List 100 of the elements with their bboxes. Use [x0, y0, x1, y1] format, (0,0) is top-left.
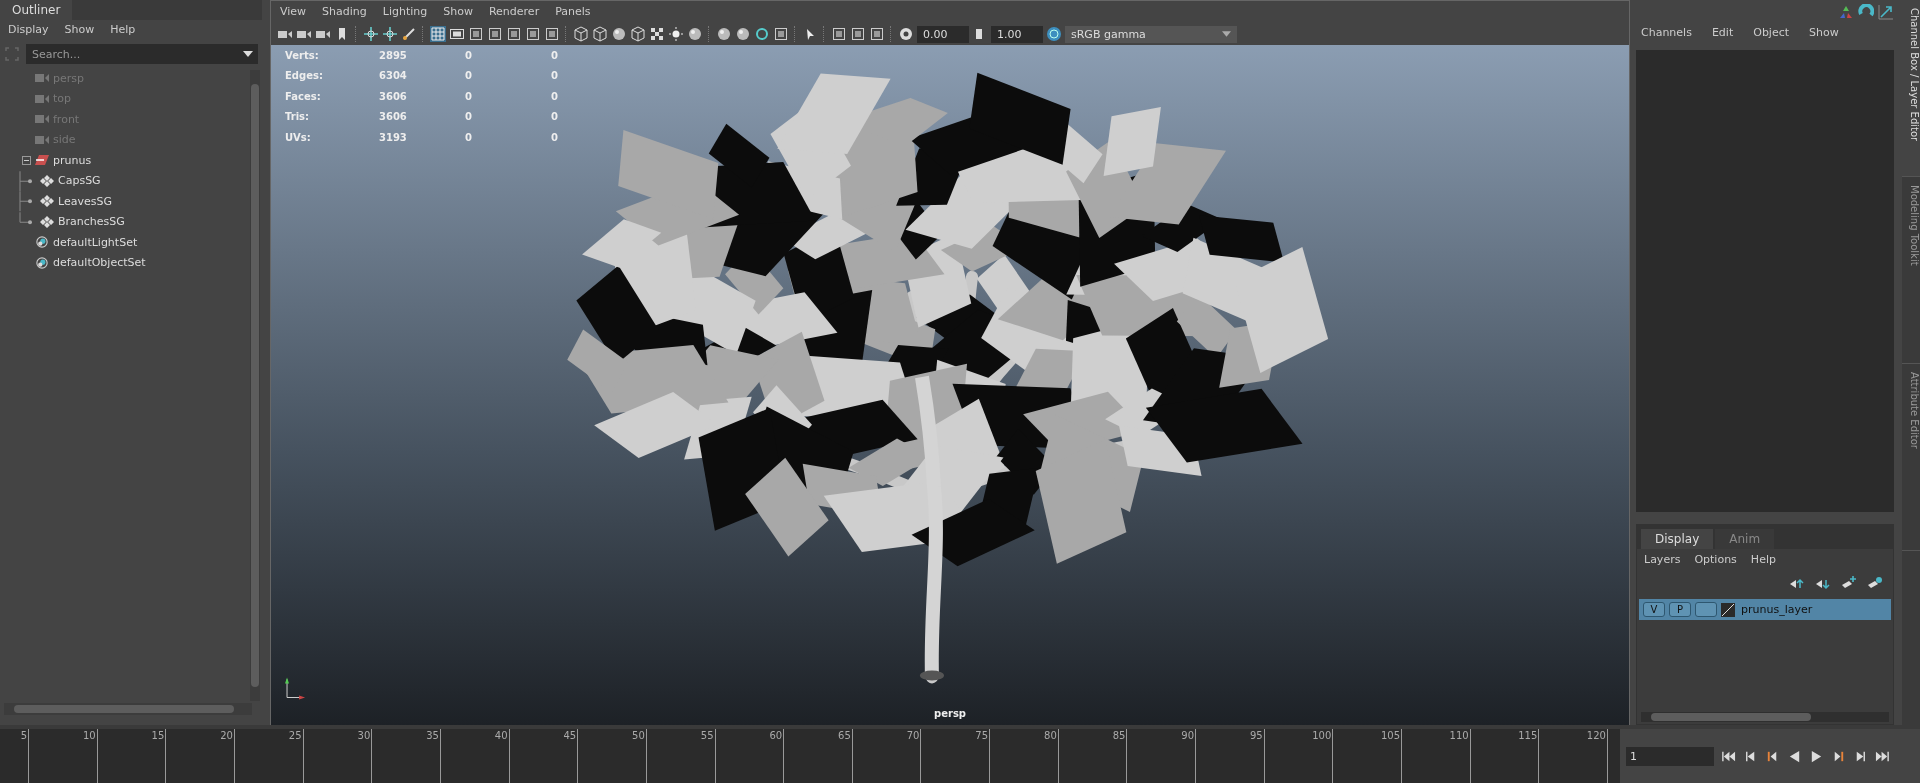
side-tab[interactable]: Modeling Toolkit	[1902, 177, 1920, 364]
square-icon[interactable]	[869, 26, 885, 42]
hud-value: 0	[465, 70, 473, 82]
frame-number: 20	[219, 730, 233, 742]
tree-item[interactable]: prunus	[53, 153, 92, 167]
square-icon[interactable]	[525, 26, 541, 42]
search-field[interactable]: Search...	[26, 44, 238, 64]
square-icon[interactable]	[544, 26, 560, 42]
layer-name: prunus_layer	[1741, 603, 1813, 616]
new-layer-icon[interactable]	[1841, 575, 1857, 591]
light-icon[interactable]	[668, 26, 684, 42]
color-space-dropdown[interactable]: sRGB gamma	[1065, 25, 1237, 43]
menu-item[interactable]: View	[280, 5, 307, 21]
hud-value: 0	[465, 90, 473, 102]
ring-icon[interactable]	[754, 26, 770, 42]
menu-item[interactable]: Edit	[1711, 26, 1734, 42]
square-icon[interactable]	[831, 26, 847, 42]
cube-icon[interactable]	[573, 26, 589, 42]
film-gate-icon[interactable]	[449, 26, 465, 42]
menu-item[interactable]: Show	[443, 5, 473, 21]
layer-row[interactable]: V P prunus_layer	[1639, 599, 1891, 620]
gamma-field[interactable]: 1.00	[991, 25, 1043, 43]
frame-number: 50	[631, 730, 645, 742]
cube-icon[interactable]	[592, 26, 608, 42]
hud-label: Verts:	[285, 49, 320, 61]
sphere-icon[interactable]	[687, 26, 703, 42]
menu-item[interactable]: Help	[1750, 553, 1776, 569]
hud-value: 2895	[379, 49, 408, 61]
tree-item[interactable]: defaultObjectSet	[53, 256, 146, 270]
menu-item[interactable]: Object	[1753, 26, 1790, 42]
grid-icon[interactable]	[430, 26, 446, 42]
hud-value: 0	[551, 131, 559, 143]
hud-value: 0	[465, 111, 473, 123]
shading-group-icon	[40, 215, 54, 228]
layer-tab[interactable]: Anim	[1715, 529, 1775, 549]
frame-number: 75	[974, 730, 989, 742]
horizontal-scrollbar[interactable]	[1641, 712, 1889, 722]
toggle-icon[interactable]	[1046, 26, 1062, 42]
tree-item[interactable]: CapsSG	[58, 174, 101, 188]
shading-group-icon	[40, 174, 54, 187]
hud-value: 0	[465, 131, 473, 143]
hud-value: 0	[551, 70, 559, 82]
menu-item[interactable]: Lighting	[382, 5, 428, 21]
tree-item[interactable]: BranchesSG	[58, 215, 125, 229]
play-backward-icon[interactable]	[1787, 748, 1802, 764]
current-frame-field[interactable]: 1	[1626, 746, 1714, 766]
square-icon[interactable]	[487, 26, 503, 42]
move-icon[interactable]	[382, 26, 398, 42]
frame-number: 105	[1379, 730, 1400, 742]
layer-color-swatch-icon[interactable]	[1721, 602, 1735, 617]
frame-number: 35	[425, 730, 439, 742]
outliner-tab[interactable]: Outliner	[0, 0, 73, 20]
display-type-toggle[interactable]	[1695, 602, 1717, 617]
play-icon[interactable]	[1809, 748, 1824, 764]
menu-item[interactable]: Layers	[1644, 553, 1681, 569]
menu-item[interactable]: Show	[64, 23, 95, 39]
camera-icon	[35, 92, 49, 105]
menu-item[interactable]: Help	[110, 23, 136, 39]
sphere-icon[interactable]	[611, 26, 627, 42]
tree-item[interactable]: defaultLightSet	[53, 235, 138, 249]
frame-number: 70	[905, 730, 920, 742]
cube-icon[interactable]	[630, 26, 646, 42]
menu-item[interactable]: Channels	[1641, 26, 1692, 42]
tree-item[interactable]: LeavesSG	[58, 194, 112, 208]
shading-group-icon	[40, 195, 54, 208]
brush-icon[interactable]	[401, 26, 417, 42]
hud-value: 0	[551, 49, 559, 61]
square-icon[interactable]	[506, 26, 522, 42]
menu-item[interactable]: Options	[1694, 553, 1737, 569]
side-tab[interactable]: Attribute Editor	[1902, 364, 1920, 551]
aperture-icon[interactable]	[898, 26, 914, 42]
checker-icon[interactable]	[649, 26, 665, 42]
collapse-icon[interactable]	[22, 155, 31, 165]
playback-toggle[interactable]: P	[1669, 602, 1691, 617]
exposure-field[interactable]: 0.00	[917, 25, 969, 43]
axis-indicator-icon	[285, 677, 306, 700]
menu-item[interactable]: Renderer	[488, 5, 540, 21]
diagonal-arrow-icon[interactable]	[1878, 4, 1894, 20]
viewport[interactable]: Verts: 2895 0 0 Edges: 6304 0 0 Faces: 3606 0 0 Tris: 3606 0 0 UVs: 3193 0 0 persp	[271, 45, 1629, 725]
move-icon[interactable]	[363, 26, 379, 42]
frame-number: 15	[150, 730, 165, 742]
menu-item[interactable]: Shading	[322, 5, 367, 21]
axes-icon[interactable]	[1838, 4, 1854, 20]
camera-icon	[35, 113, 49, 126]
dropdown-caret-icon[interactable]	[238, 44, 258, 64]
vertical-scrollbar[interactable]	[250, 70, 260, 701]
horizontal-scrollbar[interactable]	[4, 703, 252, 715]
square-icon[interactable]	[850, 26, 866, 42]
menu-item[interactable]: Display	[8, 23, 49, 39]
square-icon[interactable]	[468, 26, 484, 42]
camera-icon	[35, 133, 49, 146]
menu-item[interactable]: Show	[1809, 26, 1839, 42]
layer-tab[interactable]: Display	[1641, 529, 1714, 549]
sphere-icon[interactable]	[735, 26, 751, 42]
new-layer-selected-icon[interactable]	[1867, 575, 1883, 591]
visibility-toggle[interactable]: V	[1643, 602, 1665, 617]
square-icon[interactable]	[773, 26, 789, 42]
sphere-icon[interactable]	[716, 26, 732, 42]
menu-item[interactable]: Panels	[555, 5, 591, 21]
side-tab[interactable]: Channel Box / Layer Editor	[1902, 0, 1920, 177]
